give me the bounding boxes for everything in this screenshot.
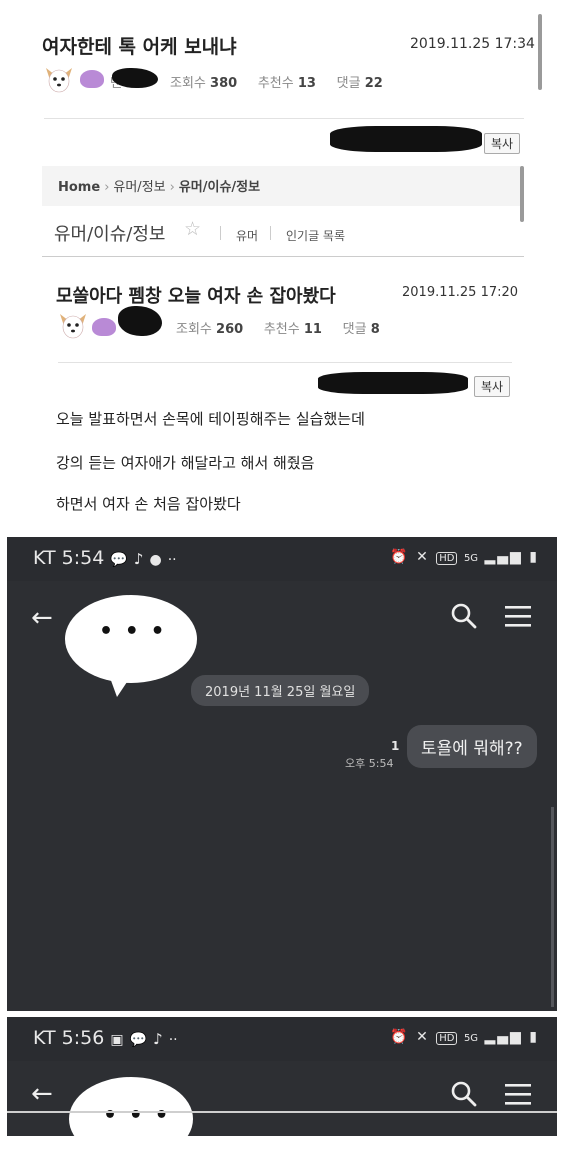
board-link-humor[interactable]: 유머 <box>236 227 258 244</box>
5g-icon: 5G <box>463 553 479 564</box>
more-dots-icon: ·· <box>168 1032 178 1048</box>
signal-icon: ▂▄▆ <box>484 549 523 565</box>
star-icon[interactable]: ☆ <box>184 218 201 240</box>
message-time: 오후 5:54 <box>345 757 394 770</box>
gallery-icon: ▣ <box>110 1032 124 1048</box>
post-body-line: 하면서 여자 손 처음 잡아봤다 <box>56 495 241 513</box>
views-count: 260 <box>216 322 244 337</box>
breadcrumb-item[interactable]: 유머/이슈/정보 <box>179 180 260 195</box>
mute-icon: ✕ <box>416 1029 430 1045</box>
breadcrumb: Home › 유머/정보 › 유머/이슈/정보 <box>58 180 261 195</box>
scrollbar[interactable] <box>538 14 542 90</box>
copy-button[interactable]: 복사 <box>484 133 521 154</box>
signal-icon: ▂▄▆ <box>484 1029 523 1045</box>
views-count: 380 <box>210 76 238 91</box>
redaction-scribble <box>118 306 162 336</box>
carrier-time: KT 5:54 <box>33 547 105 569</box>
alarm-icon: ⏰ <box>390 549 410 565</box>
comments-count: 22 <box>364 76 383 91</box>
status-right: ⏰ ✕ HD 5G ▂▄▆ ▮ <box>390 1029 539 1045</box>
chat-screen-1: KT 5:54 💬 ♪ ● ·· ⏰ ✕ HD 5G ▂▄▆ ▮ ← • • •… <box>7 537 557 1011</box>
breadcrumb-home[interactable]: Home <box>58 180 100 195</box>
chat-bubble-icon: ● <box>149 552 162 568</box>
post-stats: 조회수 260 추천수 11 댓글 8 <box>176 322 380 337</box>
post-title[interactable]: 여자한테 톡 어케 보내냐 <box>42 32 237 59</box>
contact-name-hidden: • • • <box>103 1103 171 1128</box>
divider <box>220 226 221 240</box>
divider <box>44 118 524 119</box>
post-body-line: 강의 듣는 여자애가 해달라고 해서 해줬음 <box>56 454 315 472</box>
redaction-scribble <box>330 126 482 152</box>
post-stats: 조회수 380 추천수 13 댓글 22 <box>170 76 383 91</box>
ditto-avatar-icon <box>80 70 104 88</box>
carrier-time: KT 5:56 <box>33 1027 105 1049</box>
unread-count: 1 <box>391 739 400 753</box>
mute-icon: ✕ <box>416 549 430 565</box>
redaction-scribble <box>112 68 158 88</box>
divider <box>7 1111 557 1113</box>
date-divider: 2019년 11월 25일 월요일 <box>191 675 370 706</box>
chat-screen-2: KT 5:56 ▣ 💬 ♪ ·· ⏰ ✕ HD 5G ▂▄▆ ▮ ← • • • <box>7 1017 557 1149</box>
post-date: 2019.11.25 17:20 <box>402 285 519 300</box>
post-date: 2019.11.25 17:34 <box>410 36 535 52</box>
message-bubble[interactable]: 토욜에 뭐해?? <box>407 725 537 768</box>
recommend-count: 13 <box>297 76 316 91</box>
divider <box>58 362 512 363</box>
search-icon[interactable] <box>451 603 477 629</box>
board-link-popular[interactable]: 인기글 목록 <box>286 227 345 244</box>
redaction-scribble <box>318 372 468 394</box>
recommend-count: 11 <box>303 322 322 337</box>
back-arrow-icon[interactable]: ← <box>31 1079 53 1109</box>
dog-avatar-icon <box>46 68 72 93</box>
battery-icon: ▮ <box>529 1029 539 1045</box>
divider <box>270 226 271 240</box>
post-title[interactable]: 모쏠아다 펨창 오늘 여자 손 잡아봤다 <box>56 282 336 308</box>
music-note-icon: ♪ <box>153 1030 163 1048</box>
forum-post-1: 여자한테 톡 어케 보내냐 2019.11.25 17:34 댄 조회수 380… <box>0 0 568 160</box>
board-title[interactable]: 유머/이슈/정보 <box>54 220 166 246</box>
post-body-line: 오늘 발표하면서 손목에 테이핑해주는 실습했는데 <box>56 410 365 428</box>
contact-name-hidden: • • • <box>99 619 167 644</box>
hd-icon: HD <box>436 1032 458 1045</box>
battery-icon: ▮ <box>529 549 539 565</box>
menu-icon[interactable] <box>505 1083 531 1105</box>
breadcrumb-item[interactable]: 유머/정보 <box>113 180 165 195</box>
hd-icon: HD <box>436 552 458 565</box>
status-bar: KT 5:54 💬 ♪ ● ·· ⏰ ✕ HD 5G ▂▄▆ ▮ <box>7 537 557 581</box>
5g-icon: 5G <box>463 1033 479 1044</box>
status-left: KT 5:56 ▣ 💬 ♪ ·· <box>33 1027 178 1049</box>
search-icon[interactable] <box>451 1081 477 1107</box>
more-dots-icon: ·· <box>167 552 177 568</box>
divider <box>42 256 524 257</box>
menu-icon[interactable] <box>505 605 531 627</box>
back-arrow-icon[interactable]: ← <box>31 603 53 633</box>
talk-icon: 💬 <box>110 552 128 568</box>
forum-post-2: Home › 유머/정보 › 유머/이슈/정보 유머/이슈/정보 ☆ 유머 인기글 목록… <box>0 160 568 530</box>
dog-avatar-icon <box>60 314 86 339</box>
status-left: KT 5:54 💬 ♪ ● ·· <box>33 547 177 569</box>
comments-count: 8 <box>370 322 380 337</box>
copy-button[interactable]: 복사 <box>474 376 511 397</box>
redaction-cloud-icon <box>65 595 197 697</box>
status-right: ⏰ ✕ HD 5G ▂▄▆ ▮ <box>390 549 539 565</box>
ditto-avatar-icon <box>92 318 116 336</box>
talk-icon: 💬 <box>129 1032 148 1048</box>
scrollbar[interactable] <box>551 807 554 1007</box>
music-note-icon: ♪ <box>133 550 144 568</box>
status-bar: KT 5:56 ▣ 💬 ♪ ·· ⏰ ✕ HD 5G ▂▄▆ ▮ <box>7 1017 557 1061</box>
scrollbar[interactable] <box>520 166 524 222</box>
alarm-icon: ⏰ <box>390 1029 410 1045</box>
